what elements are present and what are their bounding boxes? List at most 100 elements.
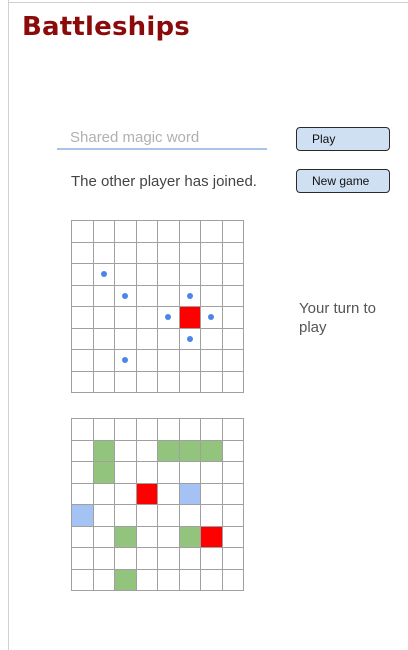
opponent-board-cell[interactable] [136, 307, 158, 329]
opponent-board-cell[interactable] [136, 350, 158, 372]
own-board-cell [93, 505, 115, 527]
own-board-cell-ship [158, 440, 180, 462]
opponent-board-cell[interactable] [115, 307, 137, 329]
own-board-cell [115, 548, 137, 570]
opponent-board-cell[interactable] [222, 350, 244, 372]
opponent-board-cell[interactable] [115, 242, 137, 264]
own-board-cell [93, 569, 115, 591]
opponent-board-cell[interactable] [93, 371, 115, 393]
opponent-board-cell[interactable] [115, 221, 137, 243]
own-board-cell [201, 483, 223, 505]
opponent-board-cell[interactable] [136, 285, 158, 307]
opponent-board-cell[interactable] [222, 307, 244, 329]
opponent-board-cell[interactable] [72, 371, 94, 393]
opponent-board-cell[interactable] [72, 328, 94, 350]
opponent-board-cell[interactable] [222, 371, 244, 393]
opponent-board-cell[interactable] [72, 307, 94, 329]
own-board-cell [93, 483, 115, 505]
opponent-board-cell[interactable] [93, 242, 115, 264]
opponent-board-cell[interactable] [179, 221, 201, 243]
opponent-board-cell[interactable] [72, 264, 94, 286]
magic-word-input[interactable] [57, 126, 267, 150]
opponent-board-cell-miss[interactable] [115, 285, 137, 307]
opponent-board-cell-miss[interactable] [158, 307, 180, 329]
opponent-board-cell[interactable] [158, 350, 180, 372]
opponent-board-cell[interactable] [201, 328, 223, 350]
opponent-board-cell[interactable] [201, 285, 223, 307]
opponent-board-cell[interactable] [93, 221, 115, 243]
opponent-board-cell[interactable] [158, 242, 180, 264]
own-board-cell [158, 462, 180, 484]
own-board-cell [136, 569, 158, 591]
opponent-board-cell[interactable] [72, 221, 94, 243]
opponent-board-cell[interactable] [201, 350, 223, 372]
opponent-board-cell[interactable] [93, 307, 115, 329]
opponent-board-cell[interactable] [115, 264, 137, 286]
own-board-cell [158, 526, 180, 548]
own-board-cell-hit [201, 526, 223, 548]
own-board-cell [201, 548, 223, 570]
own-board-cell-ship [179, 440, 201, 462]
own-board-cell [222, 419, 244, 441]
opponent-board-cell[interactable] [222, 242, 244, 264]
opponent-board-cell[interactable] [201, 242, 223, 264]
opponent-board-cell[interactable] [222, 221, 244, 243]
new-game-button[interactable]: New game [296, 169, 390, 193]
own-board-cell [115, 483, 137, 505]
opponent-board-cell[interactable] [115, 371, 137, 393]
opponent-board-cell[interactable] [179, 264, 201, 286]
opponent-board-cell[interactable] [136, 264, 158, 286]
own-board-cell [222, 526, 244, 548]
own-board-cell-miss [179, 483, 201, 505]
opponent-board-cell[interactable] [222, 328, 244, 350]
opponent-board-cell[interactable] [72, 285, 94, 307]
opponent-board-cell[interactable] [158, 285, 180, 307]
opponent-board-cell[interactable] [158, 264, 180, 286]
own-board-cell [136, 526, 158, 548]
own-board-cell [222, 462, 244, 484]
own-board-cell [201, 505, 223, 527]
opponent-board-cell[interactable] [201, 264, 223, 286]
opponent-board-cell[interactable] [136, 328, 158, 350]
opponent-board-cell[interactable] [158, 371, 180, 393]
miss-marker-icon [186, 292, 193, 299]
own-board-cell [93, 419, 115, 441]
own-board-cell [222, 440, 244, 462]
opponent-board-cell[interactable] [93, 328, 115, 350]
opponent-board-cell-miss[interactable] [93, 264, 115, 286]
opponent-board-cell-hit[interactable] [179, 307, 201, 329]
opponent-board-cell[interactable] [72, 350, 94, 372]
opponent-board-cell-miss[interactable] [201, 307, 223, 329]
opponent-board-cell-miss[interactable] [179, 285, 201, 307]
own-board-cell-ship [93, 462, 115, 484]
page-title: Battleships [22, 12, 190, 42]
opponent-board-cell[interactable] [179, 350, 201, 372]
opponent-board-cell[interactable] [158, 328, 180, 350]
own-board-cell [201, 419, 223, 441]
opponent-board-cell[interactable] [179, 371, 201, 393]
opponent-board-cell[interactable] [93, 350, 115, 372]
opponent-board-cell[interactable] [158, 221, 180, 243]
opponent-board-cell[interactable] [179, 242, 201, 264]
play-button[interactable]: Play [296, 127, 390, 151]
opponent-board-cell[interactable] [93, 285, 115, 307]
own-board-cell-hit [136, 483, 158, 505]
opponent-board-cell[interactable] [136, 242, 158, 264]
opponent-board-cell[interactable] [115, 328, 137, 350]
own-board-cell [136, 440, 158, 462]
opponent-board-cell[interactable] [136, 221, 158, 243]
opponent-board-cell[interactable] [222, 285, 244, 307]
opponent-board-cell[interactable] [201, 221, 223, 243]
own-board-cell [72, 483, 94, 505]
own-board-cell [136, 548, 158, 570]
opponent-board-cell[interactable] [72, 242, 94, 264]
opponent-board-cell[interactable] [201, 371, 223, 393]
opponent-board-cell[interactable] [136, 371, 158, 393]
own-board-cell [158, 505, 180, 527]
own-board-cell [158, 548, 180, 570]
miss-marker-icon [208, 314, 215, 321]
opponent-board-cell-miss[interactable] [115, 350, 137, 372]
miss-marker-icon [165, 314, 172, 321]
opponent-board-cell[interactable] [222, 264, 244, 286]
opponent-board-cell-miss[interactable] [179, 328, 201, 350]
